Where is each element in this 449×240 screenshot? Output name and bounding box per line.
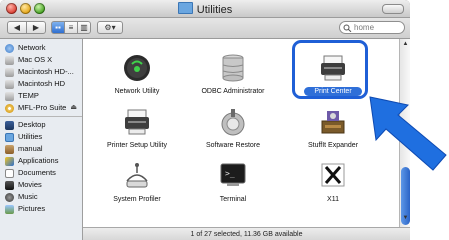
search-placeholder: home <box>354 23 375 32</box>
sidebar-item-network[interactable]: Network <box>0 42 82 54</box>
sidebar-item-label: Desktop <box>18 120 46 129</box>
network-utility-icon <box>124 55 150 81</box>
column-view-button[interactable]: ▥ <box>77 21 91 34</box>
sidebar-item-label: MFL-Pro Suite <box>18 103 67 112</box>
sidebar: Network Mac OS X Macintosh HD-... Macint… <box>0 39 83 240</box>
title-bar[interactable]: Utilities <box>0 0 410 18</box>
highlight-box <box>292 40 368 99</box>
file-item-x11[interactable]: X11 <box>288 155 378 211</box>
action-menu-button[interactable]: ⚙▾ <box>97 21 123 34</box>
search-icon <box>343 24 352 32</box>
movies-icon <box>5 180 14 190</box>
file-item-label: ODBC Administrator <box>201 88 265 95</box>
sidebar-item-mac-os-x[interactable]: Mac OS X <box>0 54 82 66</box>
software-restore-icon <box>221 109 245 136</box>
sidebar-item-documents[interactable]: Documents <box>0 167 82 179</box>
odbc-icon <box>222 54 244 82</box>
sidebar-item-utilities[interactable]: Utilities <box>0 131 82 143</box>
window-title: Utilities <box>0 2 410 16</box>
disk-icon <box>5 91 14 101</box>
sidebar-item-movies[interactable]: Movies <box>0 179 82 191</box>
list-view-button[interactable]: ≡ <box>64 21 78 34</box>
sidebar-item-label: Pictures <box>18 204 46 213</box>
sidebar-item-label: Applications <box>18 156 59 165</box>
desktop-icon <box>5 120 14 130</box>
sidebar-divider <box>0 116 82 117</box>
x11-icon <box>321 163 345 187</box>
network-icon <box>5 43 14 53</box>
printer-setup-icon <box>125 109 149 135</box>
sidebar-item-label: Network <box>18 43 46 52</box>
sidebar-item-music[interactable]: Music <box>0 191 82 203</box>
applications-icon <box>5 156 14 166</box>
status-bar: 1 of 27 selected, 11.36 GB available <box>83 227 410 240</box>
file-item-label: System Profiler <box>113 196 161 203</box>
scroll-down-arrow-icon[interactable]: ▼ <box>402 215 409 221</box>
sidebar-item-label: manual <box>18 144 43 153</box>
toolbar-toggle-button[interactable] <box>382 4 404 14</box>
documents-icon <box>5 168 14 178</box>
file-item-label: X11 <box>327 196 339 203</box>
disk-icon <box>5 79 14 89</box>
pictures-icon <box>5 204 14 214</box>
pointing-arrow-icon <box>369 96 447 171</box>
file-item-system-profiler[interactable]: System Profiler <box>92 155 182 211</box>
folder-icon <box>177 2 193 14</box>
sidebar-item-macintosh-hd[interactable]: Macintosh HD <box>0 78 82 90</box>
sidebar-item-mfl-pro-suite[interactable]: MFL-Pro Suite ⏏ <box>0 102 82 114</box>
file-item-stuffit-expander[interactable]: StuffIt Expander <box>288 101 378 157</box>
file-item-label: Printer Setup Utility <box>107 142 167 149</box>
file-item-odbc-administrator[interactable]: ODBC Administrator <box>188 47 278 103</box>
disk-icon <box>5 55 14 65</box>
system-profiler-icon <box>126 163 148 188</box>
sidebar-item-label: Mac OS X <box>18 55 53 64</box>
file-item-terminal[interactable]: >_ Terminal <box>188 155 278 211</box>
sidebar-item-label: TEMP <box>18 91 39 100</box>
eject-icon[interactable]: ⏏ <box>70 102 77 114</box>
music-icon <box>5 192 14 202</box>
search-field[interactable]: home <box>339 21 405 34</box>
file-item-label: Terminal <box>219 196 247 203</box>
svg-text:>_: >_ <box>225 169 235 178</box>
sidebar-item-temp[interactable]: TEMP <box>0 90 82 102</box>
home-icon <box>5 144 14 154</box>
window-title-text: Utilities <box>196 4 233 16</box>
disk-icon <box>5 67 14 77</box>
sidebar-item-label: Macintosh HD <box>18 79 66 88</box>
sidebar-item-label: Macintosh HD-... <box>18 67 74 76</box>
file-item-label: StuffIt Expander <box>307 142 359 149</box>
stuffit-icon <box>321 111 345 134</box>
sidebar-item-macintosh-hd-2[interactable]: Macintosh HD-... <box>0 66 82 78</box>
sidebar-item-applications[interactable]: Applications <box>0 155 82 167</box>
sidebar-item-manual[interactable]: manual <box>0 143 82 155</box>
utilities-folder-icon <box>5 132 14 142</box>
cd-icon <box>5 103 14 113</box>
file-item-network-utility[interactable]: Network Utility <box>92 47 182 103</box>
file-item-software-restore[interactable]: Software Restore <box>188 101 278 157</box>
finder-window: Utilities ◀ ▶ ▪▪ ≡ ▥ ⚙▾ home Network Mac… <box>0 0 410 240</box>
file-item-printer-setup-utility[interactable]: Printer Setup Utility <box>92 101 182 157</box>
file-item-label: Network Utility <box>114 88 160 95</box>
sidebar-item-pictures[interactable]: Pictures <box>0 203 82 215</box>
forward-button[interactable]: ▶ <box>26 21 46 34</box>
terminal-icon: >_ <box>220 163 246 186</box>
toolbar: ◀ ▶ ▪▪ ≡ ▥ ⚙▾ home <box>0 18 410 39</box>
sidebar-item-label: Documents <box>18 168 56 177</box>
back-button[interactable]: ◀ <box>7 21 27 34</box>
icon-view-button[interactable]: ▪▪ <box>51 21 65 34</box>
sidebar-item-label: Movies <box>18 180 42 189</box>
sidebar-item-desktop[interactable]: Desktop <box>0 119 82 131</box>
sidebar-item-label: Utilities <box>18 132 43 141</box>
scroll-up-arrow-icon[interactable]: ▲ <box>402 41 409 47</box>
file-item-label: Software Restore <box>205 142 261 149</box>
sidebar-item-label: Music <box>18 192 38 201</box>
